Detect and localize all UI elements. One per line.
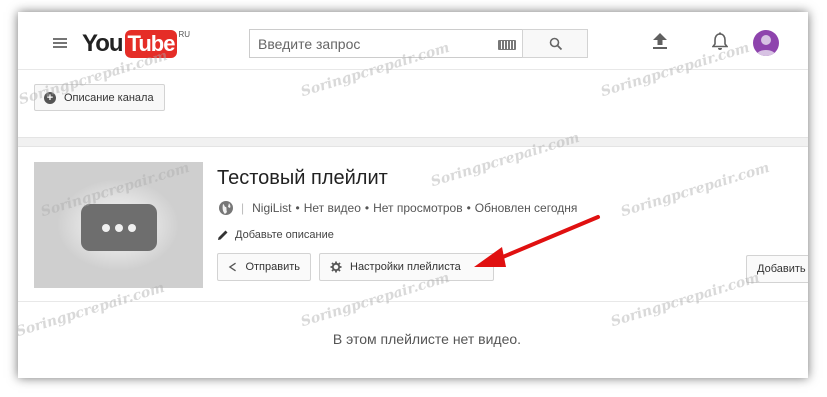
- person-icon: [756, 35, 776, 56]
- playlist-title[interactable]: Тестовый плейлит: [217, 167, 388, 190]
- channel-description-label: Описание канала: [64, 91, 154, 104]
- youtube-logo[interactable]: You Tube RU: [82, 30, 190, 58]
- upload-icon[interactable]: [652, 32, 668, 50]
- section-separator: [18, 137, 808, 147]
- add-video-label: Добавить: [757, 263, 806, 275]
- search-input[interactable]: [250, 30, 480, 57]
- add-circle-icon: +: [44, 91, 56, 104]
- share-button[interactable]: Отправить: [217, 253, 311, 281]
- annotation-arrow-icon: [474, 215, 600, 267]
- meta-dot: •: [295, 201, 300, 215]
- playlist-thumbnail[interactable]: [34, 162, 203, 288]
- content-divider: [18, 301, 808, 302]
- logo-tube-text: Tube: [124, 30, 178, 58]
- watermark: Soringpcrepair.com: [609, 269, 762, 331]
- search-icon: [549, 37, 563, 51]
- pencil-icon: [218, 230, 228, 240]
- user-avatar[interactable]: [753, 30, 779, 56]
- watermark: Soringpcrepair.com: [619, 159, 772, 221]
- browser-frame: You Tube RU Введите запрос + Описание ка…: [18, 12, 808, 378]
- playlist-views: Нет просмотров: [373, 201, 463, 215]
- empty-playlist-message: В этом плейлисте нет видео.: [332, 331, 522, 347]
- meta-separator: |: [241, 201, 245, 215]
- share-icon: [228, 262, 236, 272]
- add-description-link[interactable]: Добавьте описание: [217, 229, 334, 241]
- masthead: You Tube RU: [18, 12, 808, 70]
- logo-you-text: You: [82, 30, 124, 57]
- logo-region-label: RU: [178, 30, 191, 39]
- gear-icon: [330, 261, 342, 273]
- add-description-label: Добавьте описание: [235, 229, 334, 241]
- keyboard-icon[interactable]: [498, 40, 516, 50]
- meta-dot: •: [364, 201, 370, 215]
- playlist-video-count: Нет видео: [303, 201, 361, 215]
- share-label: Отправить: [245, 261, 300, 273]
- playlist-owner[interactable]: NigiList: [252, 201, 291, 215]
- search-box: [249, 29, 522, 58]
- playlist-settings-label: Настройки плейлиста: [350, 261, 461, 273]
- search-button[interactable]: [522, 29, 588, 58]
- empty-playlist-icon: [81, 204, 157, 251]
- notifications-bell-icon[interactable]: [712, 32, 728, 51]
- channel-description-button[interactable]: + Описание канала: [34, 84, 165, 111]
- header-divider: [18, 69, 808, 70]
- add-video-button[interactable]: Добавить: [746, 255, 808, 283]
- globe-icon[interactable]: [219, 201, 233, 215]
- menu-icon[interactable]: [53, 38, 67, 48]
